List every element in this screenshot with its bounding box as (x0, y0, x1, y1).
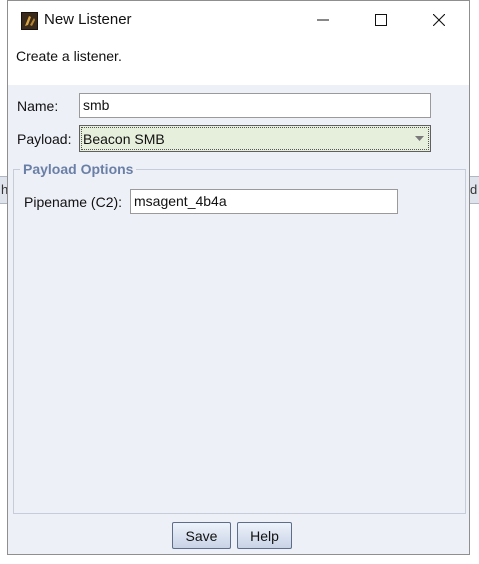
pipename-input-value: msagent_4b4a (134, 193, 227, 209)
save-button[interactable]: Save (172, 522, 231, 549)
pipename-label: Pipename (C2): (24, 194, 123, 210)
close-icon (433, 14, 445, 26)
chevron-down-icon[interactable] (415, 136, 424, 141)
maximize-icon (375, 14, 387, 26)
payload-label: Payload: (17, 131, 72, 147)
help-button[interactable]: Help (237, 522, 292, 549)
description-area: Create a listener. (8, 39, 469, 85)
window-title: New Listener (44, 11, 132, 28)
close-button[interactable] (416, 1, 462, 39)
payload-select[interactable]: Beacon SMB (79, 125, 431, 152)
name-input-value: smb (83, 97, 110, 113)
name-input[interactable]: smb (79, 93, 431, 118)
minimize-icon (317, 19, 329, 21)
description-text: Create a listener. (16, 48, 122, 64)
payload-select-value: Beacon SMB (83, 131, 165, 147)
app-icon (21, 12, 38, 30)
payload-options-panel (13, 169, 466, 514)
new-listener-dialog: New Listener Create a listener. Name: sm… (7, 0, 470, 555)
pipename-input[interactable]: msagent_4b4a (130, 189, 398, 214)
payload-options-title: Payload Options (20, 161, 137, 177)
background-window-tab-right: d (470, 176, 479, 204)
title-bar[interactable]: New Listener (8, 1, 469, 39)
minimize-button[interactable] (300, 1, 346, 39)
background-window-tab-left: h (0, 176, 7, 204)
name-label: Name: (17, 98, 59, 114)
maximize-button[interactable] (358, 1, 404, 39)
background-glimpse-right: d (470, 182, 478, 197)
